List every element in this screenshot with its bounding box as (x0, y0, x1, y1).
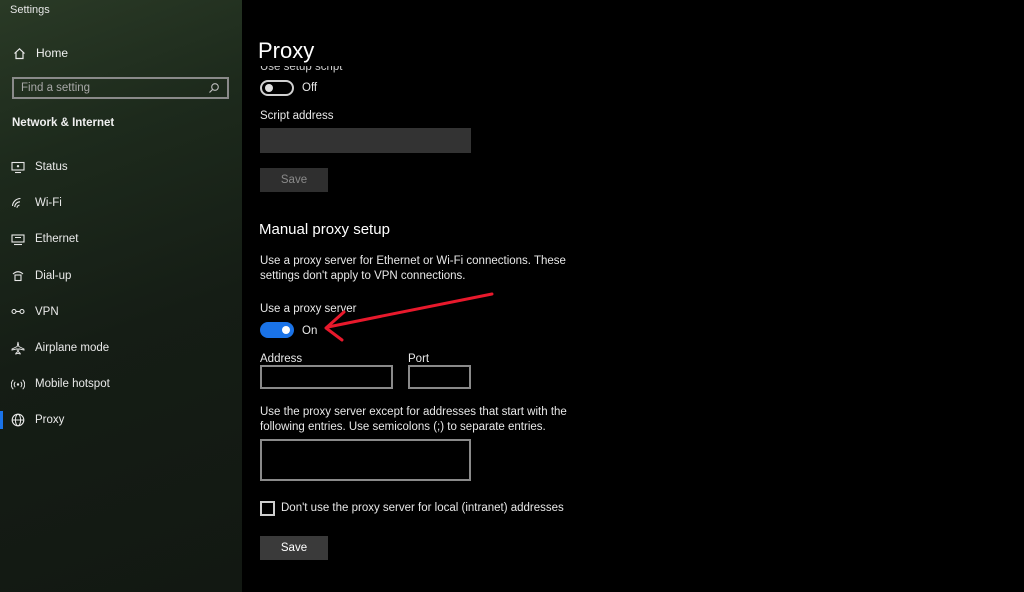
sidebar-item-dialup[interactable]: Dial-up (0, 258, 242, 294)
manual-proxy-description: Use a proxy server for Ethernet or Wi-Fi… (260, 255, 566, 282)
use-proxy-toggle[interactable] (260, 322, 294, 338)
script-save-button[interactable]: Save (260, 168, 328, 192)
manual-proxy-heading: Manual proxy setup (259, 221, 390, 238)
toggle-knob (265, 84, 273, 92)
toggle-knob (282, 326, 290, 334)
status-icon (11, 160, 25, 174)
setup-script-toggle-state: Off (302, 82, 318, 94)
script-address-label: Script address (260, 110, 334, 122)
sidebar-item-label: Mobile hotspot (35, 378, 110, 391)
sidebar-item-label: Wi-Fi (35, 197, 62, 210)
script-address-input[interactable] (260, 128, 471, 153)
page-title: Proxy (258, 38, 315, 63)
search-box[interactable] (12, 77, 229, 99)
sidebar-item-proxy[interactable]: Proxy (0, 402, 242, 438)
sidebar-item-label: Dial-up (35, 269, 72, 282)
airplane-icon (11, 341, 25, 355)
manual-save-button[interactable]: Save (260, 536, 328, 560)
sidebar-item-label: VPN (35, 305, 59, 318)
sidebar-item-wifi[interactable]: Wi-Fi (0, 185, 242, 221)
section-title: Network & Internet (12, 117, 115, 129)
home-icon (12, 46, 26, 60)
sidebar-item-vpn[interactable]: VPN (0, 294, 242, 330)
search-icon[interactable] (207, 81, 221, 95)
nav-home-label: Home (36, 46, 69, 60)
sidebar-item-label: Airplane mode (35, 342, 110, 355)
sidebar-item-label: Ethernet (35, 233, 79, 246)
nav-list: Status Wi-Fi Ethernet Dial-up VPN Airpla… (0, 149, 242, 439)
main-content: Proxy Use setup script Off Script addres… (242, 0, 1024, 592)
exceptions-input[interactable] (260, 439, 471, 481)
sidebar-item-mobile-hotspot[interactable]: Mobile hotspot (0, 366, 242, 402)
sidebar-item-label: Proxy (35, 414, 65, 427)
port-input[interactable] (408, 365, 471, 389)
exceptions-label: Use the proxy server except for addresse… (260, 406, 567, 433)
local-addresses-checkbox[interactable] (260, 501, 275, 516)
nav-home[interactable]: Home (0, 40, 242, 66)
sidebar: Settings Home Network & Internet Status … (0, 0, 242, 592)
search-input[interactable] (14, 79, 207, 97)
sidebar-item-airplane[interactable]: Airplane mode (0, 330, 242, 366)
use-proxy-toggle-state: On (302, 325, 318, 337)
hotspot-icon (11, 377, 25, 391)
local-addresses-label[interactable]: Don't use the proxy server for local (in… (281, 501, 564, 516)
ethernet-icon (11, 232, 25, 246)
vpn-icon (11, 305, 25, 319)
sidebar-item-label: Status (35, 161, 68, 174)
dialup-icon (11, 269, 25, 283)
sidebar-item-status[interactable]: Status (0, 149, 242, 185)
setup-script-toggle[interactable] (260, 80, 294, 96)
sidebar-item-ethernet[interactable]: Ethernet (0, 221, 242, 257)
address-input[interactable] (260, 365, 393, 389)
globe-icon (11, 413, 25, 427)
use-proxy-label: Use a proxy server (260, 303, 357, 315)
wifi-icon (11, 196, 25, 210)
window-title: Settings (10, 4, 50, 16)
